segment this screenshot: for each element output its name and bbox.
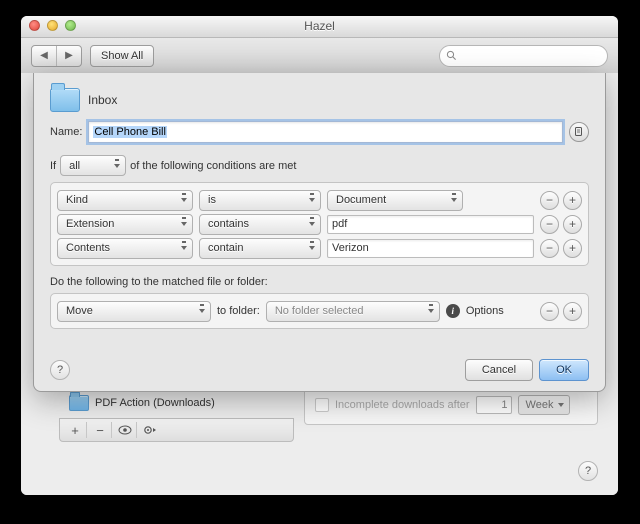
options-label[interactable]: Options	[466, 305, 504, 317]
actions-box: Move to folder: No folder selected i Opt…	[50, 293, 589, 329]
checkbox	[315, 398, 329, 412]
condition-attribute-select[interactable]: Extension	[57, 214, 193, 235]
nav-back-forward: ◀ ▶	[31, 45, 82, 67]
titlebar: Hazel	[21, 16, 618, 38]
add-folder-button[interactable]: +	[64, 422, 87, 438]
to-folder-label: to folder:	[217, 305, 260, 317]
remove-condition-button[interactable]: −	[540, 239, 559, 258]
remove-folder-button[interactable]: −	[89, 422, 112, 438]
condition-row: Contents contain Verizon − +	[57, 236, 582, 260]
remove-condition-button[interactable]: −	[540, 191, 559, 210]
sheet-help-button[interactable]: ?	[50, 360, 70, 380]
preview-button[interactable]	[114, 422, 137, 438]
cancel-button[interactable]: Cancel	[465, 359, 533, 381]
actions-label: Do the following to the matched file or …	[50, 276, 589, 288]
condition-value-select[interactable]: Document	[327, 190, 463, 211]
add-condition-button[interactable]: +	[563, 215, 582, 234]
add-condition-button[interactable]: +	[563, 239, 582, 258]
ok-button[interactable]: OK	[539, 359, 589, 381]
if-clause: If all of the following conditions are m…	[50, 155, 589, 176]
name-label: Name:	[50, 126, 82, 138]
condition-row: Kind is Document − +	[57, 188, 582, 212]
incomplete-downloads-option: Incomplete downloads after 1 Week	[315, 394, 587, 416]
list-item[interactable]: PDF Action (Downloads)	[59, 390, 284, 416]
show-all-button[interactable]: Show All	[90, 45, 154, 67]
if-label: If	[50, 160, 56, 172]
list-item-label: PDF Action (Downloads)	[95, 397, 215, 409]
incomplete-count-field: 1	[476, 396, 512, 414]
conditions-box: Kind is Document − + Extension contains …	[50, 182, 589, 266]
action-type-select[interactable]: Move	[57, 301, 211, 322]
gear-icon	[143, 424, 157, 436]
condition-attribute-select[interactable]: Contents	[57, 238, 193, 259]
condition-value-field[interactable]: Verizon	[327, 239, 534, 258]
folder-list-toolbar: + −	[59, 418, 294, 442]
condition-operator-select[interactable]: contains	[199, 214, 321, 235]
toolbar: ◀ ▶ Show All	[21, 38, 618, 74]
if-suffix: of the following conditions are met	[130, 160, 296, 172]
condition-operator-select[interactable]: contain	[199, 238, 321, 259]
search-icon	[446, 50, 457, 61]
add-condition-button[interactable]: +	[563, 191, 582, 210]
incomplete-unit-select: Week	[518, 395, 571, 415]
condition-operator-select[interactable]: is	[199, 190, 321, 211]
sheet-folder-name: Inbox	[88, 93, 117, 107]
search-field[interactable]	[439, 45, 608, 67]
action-row: Move to folder: No folder selected i Opt…	[57, 299, 582, 323]
condition-row: Extension contains pdf − +	[57, 212, 582, 236]
condition-attribute-select[interactable]: Kind	[57, 190, 193, 211]
folder-icon	[69, 395, 89, 411]
option-label: Incomplete downloads after	[335, 399, 470, 411]
window-title: Hazel	[21, 19, 618, 33]
help-button[interactable]: ?	[578, 461, 598, 481]
action-menu-button[interactable]	[139, 422, 161, 438]
rule-editor-sheet: Inbox Name: Cell Phone Bill If all of th…	[33, 73, 606, 392]
rule-name-value: Cell Phone Bill	[93, 126, 167, 138]
forward-button[interactable]: ▶	[57, 46, 81, 66]
remove-condition-button[interactable]: −	[540, 215, 559, 234]
rule-name-field[interactable]: Cell Phone Bill	[88, 121, 563, 143]
back-button[interactable]: ◀	[32, 46, 57, 66]
folder-icon	[50, 88, 80, 112]
preferences-window: Hazel ◀ ▶ Show All @ Screen Shot Action …	[21, 16, 618, 495]
info-icon[interactable]: i	[446, 304, 460, 318]
remove-action-button[interactable]: −	[540, 302, 559, 321]
eye-icon	[118, 425, 132, 435]
add-action-button[interactable]: +	[563, 302, 582, 321]
condition-value-field[interactable]: pdf	[327, 215, 534, 234]
preview-rule-button[interactable]	[569, 122, 589, 142]
match-mode-select[interactable]: all	[60, 155, 126, 176]
document-icon	[574, 127, 584, 137]
action-folder-select[interactable]: No folder selected	[266, 301, 440, 322]
